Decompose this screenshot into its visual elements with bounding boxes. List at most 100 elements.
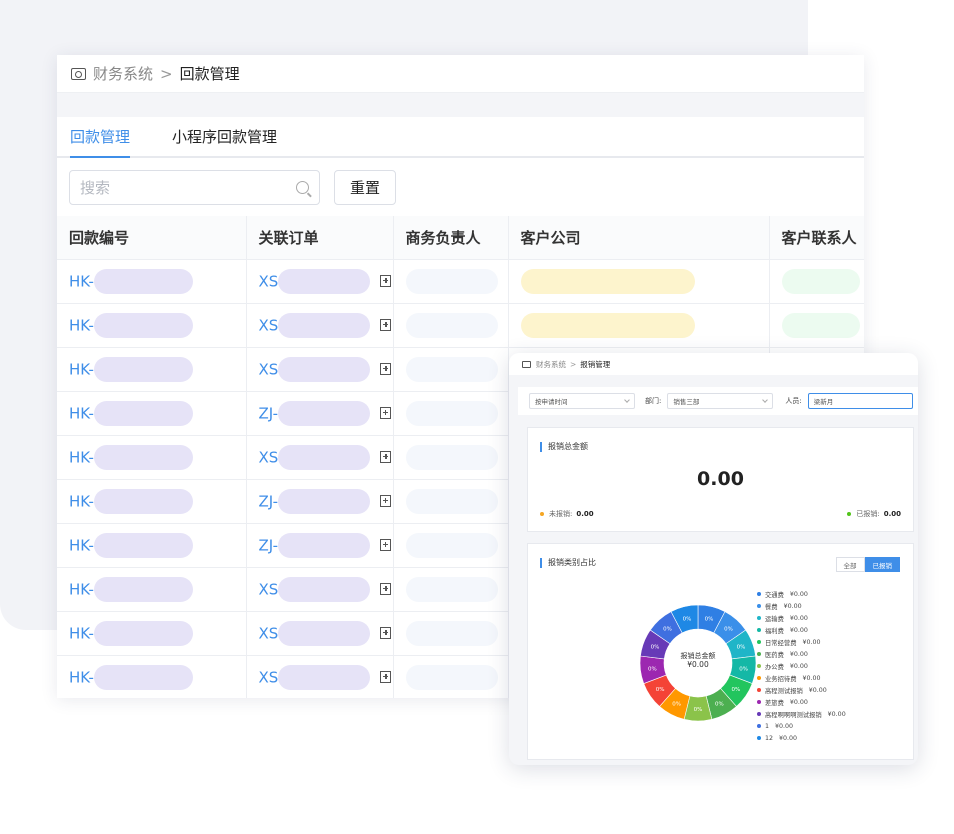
order-detail-icon[interactable] [380,407,392,419]
order-cell[interactable]: ZJ- [246,479,394,524]
column-header-order[interactable]: 关联订单 [246,216,394,260]
legend-item[interactable]: 高程测试报销 ¥0.00 [757,684,846,696]
order-detail-icon[interactable] [380,363,392,375]
payment-id-cell[interactable]: HK- [57,655,247,698]
column-header-customer-company[interactable]: 客户公司 [508,216,770,260]
payment-id-cell[interactable]: HK- [57,479,247,524]
toggle-all-button[interactable]: 全部 [835,557,865,572]
legend-item[interactable]: 福利费 ¥0.00 [757,624,846,636]
payment-id-prefix[interactable]: HK- [69,272,94,290]
order-cell[interactable]: XS [246,611,394,656]
legend-label: 日常经营费 [765,639,797,647]
payment-id-cell[interactable]: HK- [57,435,247,480]
order-cell[interactable]: ZJ- [246,391,394,436]
legend-item[interactable]: 餐费 ¥0.00 [757,600,846,612]
person-input[interactable]: 梁新月 [807,393,913,409]
unpaid-dot-icon [540,512,544,516]
time-select[interactable]: 按申请时间 [529,393,635,409]
toolbar: 搜索 重置 [57,158,864,216]
order-prefix[interactable]: ZJ- [259,536,279,554]
redacted-owner [405,664,498,690]
order-detail-icon[interactable] [380,583,392,595]
legend-amount: ¥0.00 [789,590,808,598]
order-prefix[interactable]: XS [259,668,279,686]
search-input[interactable]: 搜索 [69,169,320,205]
payment-id-cell[interactable]: HK- [57,347,247,392]
dept-select[interactable]: 销售三部 [667,393,774,409]
payment-id-cell[interactable]: HK- [57,611,247,656]
legend-item[interactable]: 差旅费 ¥0.00 [757,696,846,708]
payment-id-prefix[interactable]: HK- [69,668,94,686]
customer-contact-cell [769,259,864,304]
payment-id-prefix[interactable]: HK- [69,580,94,598]
payment-id-cell[interactable]: HK- [57,259,247,304]
column-header-customer-contact[interactable]: 客户联系人 [769,216,864,260]
order-cell[interactable]: XS [246,259,394,304]
legend-label: 业务招待费 [765,675,797,683]
order-prefix[interactable]: XS [259,580,279,598]
order-prefix[interactable]: XS [259,316,279,334]
payment-id-prefix[interactable]: HK- [69,492,94,510]
redacted-payment-id [93,532,193,558]
order-detail-icon[interactable] [380,539,392,551]
order-detail-icon[interactable] [380,319,392,331]
reset-button[interactable]: 重置 [334,169,397,205]
column-header-business-owner[interactable]: 商务负责人 [393,216,509,260]
breadcrumb: 财务系统 > 回款管理 [57,55,864,93]
payment-id-prefix[interactable]: HK- [69,624,94,642]
order-cell[interactable]: XS [246,303,394,348]
order-cell[interactable]: XS [246,567,394,612]
payment-id-cell[interactable]: HK- [57,391,247,436]
legend-item[interactable]: 日常经营费 ¥0.00 [757,636,846,648]
legend-amount: ¥0.00 [783,602,802,610]
legend-item[interactable]: 12 ¥0.00 [757,732,846,744]
order-prefix[interactable]: XS [259,272,279,290]
backdrop-panel-top [0,0,808,60]
legend-item[interactable]: 医药费 ¥0.00 [757,648,846,660]
order-detail-icon[interactable] [380,275,392,287]
order-cell[interactable]: XS [246,655,394,698]
table-row[interactable]: HK- XS [57,259,864,304]
order-prefix[interactable]: XS [259,624,279,642]
column-header-payment-id[interactable]: 回款编号 [57,216,247,260]
paid-stat: 已报销: 0.00 [847,509,901,519]
table-row[interactable]: HK- XS [57,303,864,348]
order-cell[interactable]: ZJ- [246,523,394,568]
tab-payment[interactable]: 回款管理 [70,126,131,158]
order-prefix[interactable]: ZJ- [259,492,279,510]
legend-item[interactable]: 办公费 ¥0.00 [757,660,846,672]
payment-id-prefix[interactable]: HK- [69,360,94,378]
redacted-payment-id [93,444,193,470]
payment-id-cell[interactable]: HK- [57,567,247,612]
breadcrumb-root[interactable]: 财务系统 [93,63,153,84]
search-icon[interactable] [296,180,309,194]
order-detail-icon[interactable] [380,671,392,683]
toggle-paid-button[interactable]: 已报销 [864,557,900,572]
payment-id-cell[interactable]: HK- [57,523,247,568]
order-detail-icon[interactable] [380,495,392,507]
order-cell[interactable]: XS [246,347,394,392]
payment-id-prefix[interactable]: HK- [69,536,94,554]
order-prefix[interactable]: ZJ- [259,404,279,422]
order-prefix[interactable]: XS [259,360,279,378]
payment-id-prefix[interactable]: HK- [69,404,94,422]
order-prefix[interactable]: XS [259,448,279,466]
legend-amount: ¥0.00 [802,674,821,682]
payment-id-cell[interactable]: HK- [57,303,247,348]
legend-item[interactable]: 交通费 ¥0.00 [757,588,846,600]
order-detail-icon[interactable] [380,451,392,463]
payment-id-prefix[interactable]: HK- [69,316,94,334]
payment-id-prefix[interactable]: HK- [69,448,94,466]
tab-miniprogram-payment[interactable]: 小程序回款管理 [172,126,277,156]
business-owner-cell [393,479,509,524]
order-detail-icon[interactable] [380,627,392,639]
legend-item[interactable]: 1 ¥0.00 [757,720,846,732]
redacted-owner [405,488,498,514]
expense-breadcrumb-root[interactable]: 财务系统 [536,359,566,370]
tab-bar: 回款管理 小程序回款管理 [57,117,864,158]
order-cell[interactable]: XS [246,435,394,480]
legend-dot-icon [757,640,761,644]
legend-item[interactable]: 高程啊啊啊测试报销 ¥0.00 [757,708,846,720]
legend-item[interactable]: 业务招待费 ¥0.00 [757,672,846,684]
legend-item[interactable]: 运输费 ¥0.00 [757,612,846,624]
